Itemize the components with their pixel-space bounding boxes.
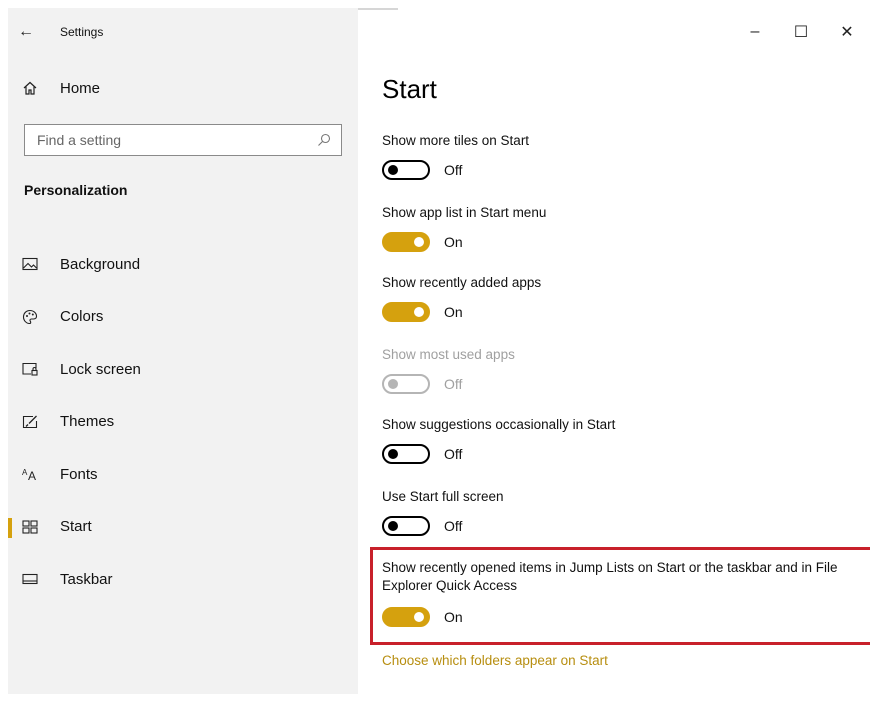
toggle-state: On (444, 304, 463, 320)
setting-jump-lists: Show recently opened items in Jump Lists… (370, 547, 870, 645)
section-title: Personalization (24, 182, 128, 198)
toggle-state: Off (444, 518, 463, 534)
sidebar-item-start[interactable]: Start (8, 501, 358, 554)
toggle-switch[interactable] (382, 516, 430, 536)
toggle-state: Off (444, 376, 463, 392)
choose-folders-link[interactable]: Choose which folders appear on Start (382, 653, 608, 668)
toggle-state: On (444, 234, 463, 250)
minimize-button[interactable]: – (732, 16, 778, 48)
search-box[interactable] (24, 124, 342, 156)
setting-label: Show app list in Start menu (382, 205, 547, 220)
background-icon (22, 257, 42, 271)
sidebar-item-label: Fonts (60, 465, 98, 483)
settings-window: ← Settings Home Personalization Backgrou… (8, 8, 870, 694)
sidebar-item-label: Themes (60, 413, 115, 431)
page-title: Start (382, 74, 437, 104)
sidebar-item-label: Taskbar (60, 570, 113, 588)
back-button[interactable]: ← (8, 16, 44, 48)
home-icon (22, 80, 42, 96)
home-nav-item[interactable]: Home (22, 74, 100, 102)
lock-screen-icon (22, 362, 42, 376)
setting-label: Show recently added apps (382, 275, 542, 290)
svg-text:A: A (28, 469, 36, 481)
palette-icon (22, 309, 42, 325)
toggle-knob (414, 307, 424, 317)
search-input[interactable] (37, 132, 317, 148)
title-bar: ← Settings (8, 16, 103, 48)
toggle-switch[interactable] (382, 607, 430, 627)
toggle-knob (388, 521, 398, 531)
sidebar-item-themes[interactable]: Themes (8, 396, 358, 449)
sidebar-item-taskbar[interactable]: Taskbar (8, 553, 358, 606)
sidebar-nav: Background Colors Lock screen Themes A A… (8, 238, 358, 606)
toggle-switch[interactable] (382, 232, 430, 252)
start-icon (22, 520, 42, 534)
themes-icon (22, 415, 42, 429)
setting-show-app-list: Show app list in Start menu On (382, 204, 862, 252)
setting-show-suggestions: Show suggestions occasionally in Start O… (382, 416, 862, 464)
fonts-icon: AA (22, 467, 42, 481)
window-controls: – ☐ ✕ (732, 16, 870, 48)
toggle-switch (382, 374, 430, 394)
sidebar-item-lock-screen[interactable]: Lock screen (8, 343, 358, 396)
sidebar: ← Settings Home Personalization Backgrou… (8, 8, 358, 694)
toggle-knob (388, 165, 398, 175)
sidebar-item-background[interactable]: Background (8, 238, 358, 291)
toggle-state: Off (444, 162, 463, 178)
toggle-switch[interactable] (382, 444, 430, 464)
sidebar-item-label: Lock screen (60, 360, 141, 378)
sidebar-item-label: Start (60, 518, 92, 536)
maximize-button[interactable]: ☐ (778, 16, 824, 48)
setting-show-recently-added: Show recently added apps On (382, 274, 862, 322)
main-content: – ☐ ✕ Start Show more tiles on Start Off… (358, 8, 870, 694)
home-label: Home (60, 79, 101, 97)
toggle-switch[interactable] (382, 160, 430, 180)
setting-label: Show more tiles on Start (382, 133, 530, 148)
setting-show-more-tiles: Show more tiles on Start Off (382, 132, 862, 180)
toggle-switch[interactable] (382, 302, 430, 322)
sidebar-item-fonts[interactable]: AA Fonts (8, 448, 358, 501)
toggle-knob (388, 449, 398, 459)
close-button[interactable]: ✕ (824, 16, 870, 48)
sidebar-item-label: Colors (60, 308, 104, 326)
setting-label: Show suggestions occasionally in Start (382, 417, 616, 432)
toggle-state: On (444, 609, 463, 625)
toggle-state: Off (444, 446, 463, 462)
toggle-knob (414, 612, 424, 622)
setting-label: Show recently opened items in Jump Lists… (382, 560, 838, 593)
setting-label: Use Start full screen (382, 489, 504, 504)
toggle-knob (414, 237, 424, 247)
setting-full-screen: Use Start full screen Off (382, 488, 862, 536)
toggle-knob (388, 379, 398, 389)
search-icon[interactable] (317, 133, 331, 147)
sidebar-item-label: Background (60, 255, 141, 273)
setting-show-most-used: Show most used apps Off (382, 346, 862, 394)
setting-label: Show most used apps (382, 347, 515, 362)
taskbar-icon (22, 573, 42, 585)
sidebar-item-colors[interactable]: Colors (8, 291, 358, 344)
app-title: Settings (60, 25, 104, 39)
